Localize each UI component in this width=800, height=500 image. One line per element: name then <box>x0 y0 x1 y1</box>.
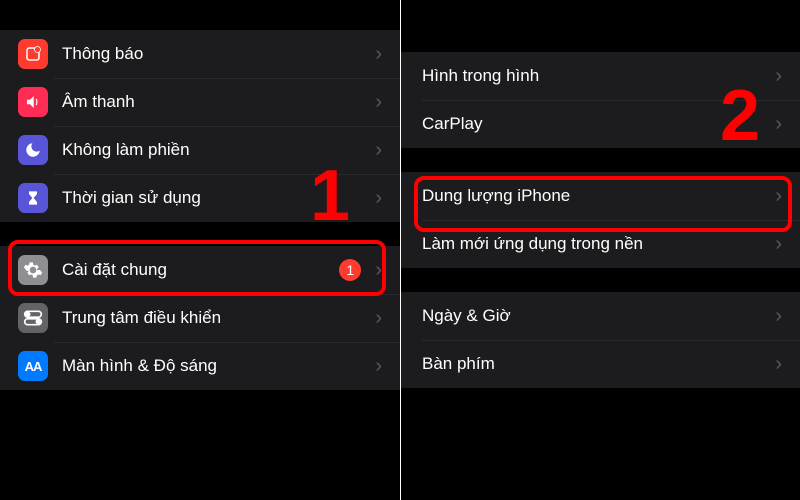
hourglass-icon <box>18 183 48 213</box>
chevron-right-icon: › <box>775 353 782 376</box>
row-background-refresh[interactable]: Làm mới ứng dụng trong nền › <box>400 220 800 268</box>
notification-icon <box>18 39 48 69</box>
settings-main-list: Thông báo › Âm thanh › Không làm phiền ›… <box>0 0 400 500</box>
notification-badge: 1 <box>339 259 361 281</box>
chevron-right-icon: › <box>775 185 782 208</box>
row-notifications[interactable]: Thông báo › <box>0 30 400 78</box>
chevron-right-icon: › <box>775 305 782 328</box>
row-carplay[interactable]: CarPlay › <box>400 100 800 148</box>
row-label: Thông báo <box>62 44 367 64</box>
text-size-icon: AA <box>18 351 48 381</box>
row-label: Làm mới ứng dụng trong nền <box>422 234 767 254</box>
row-label: Trung tâm điều khiển <box>62 308 367 328</box>
row-general[interactable]: Cài đặt chung 1 › <box>0 246 400 294</box>
chevron-right-icon: › <box>375 307 382 330</box>
general-settings-list: Hình trong hình › CarPlay › Dung lượng i… <box>400 0 800 500</box>
chevron-right-icon: › <box>375 91 382 114</box>
row-display[interactable]: AA Màn hình & Độ sáng › <box>0 342 400 390</box>
row-label: Bàn phím <box>422 354 767 374</box>
toggles-icon <box>18 303 48 333</box>
row-screentime[interactable]: Thời gian sử dụng › <box>0 174 400 222</box>
chevron-right-icon: › <box>375 187 382 210</box>
row-label: Cài đặt chung <box>62 260 339 280</box>
chevron-right-icon: › <box>375 43 382 66</box>
row-pip[interactable]: Hình trong hình › <box>400 52 800 100</box>
row-label: Dung lượng iPhone <box>422 186 767 206</box>
row-sounds[interactable]: Âm thanh › <box>0 78 400 126</box>
row-label: Thời gian sử dụng <box>62 188 367 208</box>
row-label: CarPlay <box>422 114 767 134</box>
row-label: Ngày & Giờ <box>422 306 767 326</box>
row-label: Không làm phiền <box>62 140 367 160</box>
row-keyboard[interactable]: Bàn phím › <box>400 340 800 388</box>
chevron-right-icon: › <box>775 233 782 256</box>
gear-icon <box>18 255 48 285</box>
chevron-right-icon: › <box>775 113 782 136</box>
row-label: Âm thanh <box>62 92 367 112</box>
moon-icon <box>18 135 48 165</box>
row-iphone-storage[interactable]: Dung lượng iPhone › <box>400 172 800 220</box>
row-date-time[interactable]: Ngày & Giờ › <box>400 292 800 340</box>
row-label: Màn hình & Độ sáng <box>62 356 367 376</box>
panel-divider <box>400 0 401 500</box>
chevron-right-icon: › <box>375 355 382 378</box>
speaker-icon <box>18 87 48 117</box>
chevron-right-icon: › <box>775 65 782 88</box>
chevron-right-icon: › <box>375 259 382 282</box>
chevron-right-icon: › <box>375 139 382 162</box>
row-dnd[interactable]: Không làm phiền › <box>0 126 400 174</box>
row-controlcenter[interactable]: Trung tâm điều khiển › <box>0 294 400 342</box>
row-label: Hình trong hình <box>422 66 767 86</box>
